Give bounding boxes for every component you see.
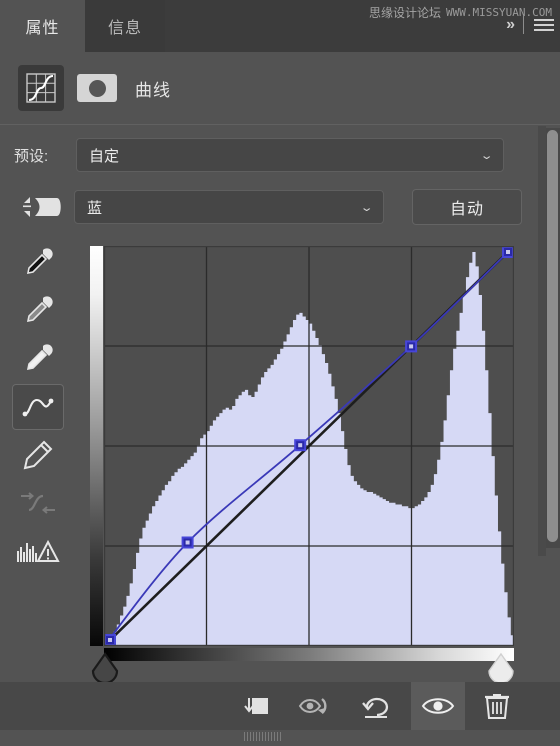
resize-grip[interactable] xyxy=(244,732,282,741)
smooth-curve-icon[interactable] xyxy=(12,480,64,526)
chevron-down-icon: ⌄ xyxy=(479,149,494,162)
tab-info-label: 信息 xyxy=(107,20,142,37)
curves-properties-panel: 属性 信息 思缘设计论坛 WWW.MISSYUAN.COM » 曲线 预设: 自… xyxy=(0,0,560,746)
gray-point-eyedropper-icon[interactable] xyxy=(12,288,64,334)
preset-label: 预设: xyxy=(14,147,49,165)
preset-dropdown[interactable]: 自定 ⌄ xyxy=(76,138,504,172)
tab-properties-label: 属性 xyxy=(25,20,60,37)
channel-row: 蓝 ⌄ 自动 xyxy=(0,186,560,228)
output-gradient-strip xyxy=(90,246,103,646)
view-previous-state-button[interactable] xyxy=(290,682,344,730)
input-gradient-bar xyxy=(104,648,514,661)
layer-mask-thumbnail[interactable] xyxy=(77,74,117,102)
curve-grid-area[interactable] xyxy=(103,245,515,647)
curve-point-tool-icon[interactable] xyxy=(12,384,64,430)
header-separator xyxy=(0,124,560,125)
channel-dropdown[interactable]: 蓝 ⌄ xyxy=(74,190,384,224)
collapse-chevron-icon[interactable]: » xyxy=(506,16,515,34)
toggle-visibility-button[interactable] xyxy=(411,682,465,730)
curves-tool-column xyxy=(12,240,68,576)
preset-row: 预设: 自定 ⌄ xyxy=(0,132,560,178)
panel-header-icons: » xyxy=(506,16,554,34)
curve-plot[interactable] xyxy=(103,245,515,647)
page-title: 曲线 xyxy=(135,80,171,100)
channel-value: 蓝 xyxy=(87,199,103,217)
auto-button-label: 自动 xyxy=(449,201,484,218)
panel-menu-icon[interactable] xyxy=(534,19,554,31)
tab-info[interactable]: 信息 xyxy=(85,0,165,52)
black-point-eyedropper-icon[interactable] xyxy=(12,240,64,286)
chevron-down-icon: ⌄ xyxy=(359,201,374,214)
histogram-warning-icon[interactable] xyxy=(12,528,64,574)
clip-to-layer-button[interactable] xyxy=(228,682,282,730)
auto-button[interactable]: 自动 xyxy=(412,189,522,225)
mask-dot-icon xyxy=(88,79,106,97)
curves-icon xyxy=(18,65,64,111)
scrollbar-rail xyxy=(538,126,546,556)
adjustment-title-row: 曲线 xyxy=(0,52,560,124)
scrollbar-thumb[interactable] xyxy=(547,130,558,542)
tab-properties[interactable]: 属性 xyxy=(0,0,85,52)
preset-value: 自定 xyxy=(89,147,120,165)
header-divider xyxy=(523,16,524,34)
channel-icon[interactable] xyxy=(14,190,70,224)
delete-layer-button[interactable] xyxy=(470,682,524,730)
panel-bottom-toolbar xyxy=(0,682,560,730)
panel-tab-bar: 属性 信息 思缘设计论坛 WWW.MISSYUAN.COM » xyxy=(0,0,560,52)
watermark-site-name: 思缘设计论坛 xyxy=(369,6,442,20)
white-point-eyedropper-icon[interactable] xyxy=(12,336,64,382)
pencil-tool-icon[interactable] xyxy=(12,432,64,478)
reset-button[interactable] xyxy=(350,682,404,730)
